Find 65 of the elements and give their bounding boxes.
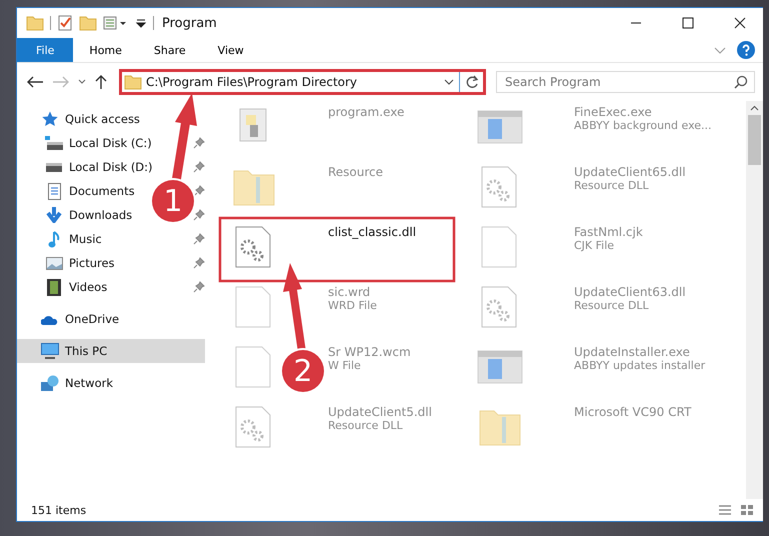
search-icon <box>734 75 748 89</box>
file-type: ABBYY background exe... <box>574 119 712 132</box>
scroll-thumb[interactable] <box>748 115 761 165</box>
picture-icon <box>46 256 62 270</box>
film-icon <box>47 278 61 296</box>
file-type: W File <box>328 359 362 372</box>
file-type: Resource DLL <box>574 299 650 312</box>
file-name[interactable]: clist_classic.dll <box>328 225 416 239</box>
nav-item[interactable]: This PC <box>17 339 205 363</box>
nav-item[interactable]: Local Disk (D:) <box>17 155 157 179</box>
document-icon <box>48 182 60 200</box>
ribbon-tab[interactable]: Home <box>73 38 138 62</box>
window-title: Program <box>162 16 217 30</box>
nav-item[interactable]: Downloads <box>17 203 136 227</box>
pin-icon[interactable] <box>193 161 205 173</box>
scrollbar[interactable] <box>746 101 763 499</box>
nav-item[interactable]: Pictures <box>17 251 119 275</box>
properties-icon[interactable] <box>103 14 129 32</box>
file-type: ABBYY updates installer <box>574 359 706 372</box>
drive-icon <box>45 162 63 172</box>
nav-item[interactable]: Quick access <box>17 107 144 131</box>
folder-icon[interactable] <box>26 14 44 32</box>
down-arrow-icon <box>46 207 62 223</box>
file-type: CJK File <box>574 239 616 252</box>
file-type: WRD File <box>328 299 377 312</box>
monitor-icon <box>41 343 59 359</box>
pin-icon[interactable] <box>193 281 205 293</box>
help-icon[interactable] <box>737 41 755 59</box>
folder-icon[interactable] <box>79 14 97 32</box>
step-number-badge: 1 <box>152 180 194 222</box>
checkmark-icon[interactable] <box>57 14 73 32</box>
star-icon <box>41 110 59 128</box>
nav-item[interactable]: Videos <box>17 275 112 299</box>
nav-item[interactable]: Music <box>17 227 106 251</box>
large-icons-view-icon[interactable] <box>739 503 755 517</box>
address-bar[interactable]: C:\Program Files\Program Directory <box>119 69 486 95</box>
item-count: 151 items <box>31 504 86 516</box>
music-note-icon <box>48 230 60 248</box>
drive-icon <box>45 136 63 150</box>
details-view-icon[interactable] <box>717 503 733 517</box>
network-icon <box>41 375 59 391</box>
file-type: Resource DLL <box>328 419 404 432</box>
pin-icon[interactable] <box>193 209 205 221</box>
pin-icon[interactable] <box>193 233 205 245</box>
step-number-badge: 2 <box>282 350 324 392</box>
address-path: C:\Program Files\Program Directory <box>146 75 358 89</box>
file-type: Resource DLL <box>574 179 650 192</box>
nav-item[interactable]: OneDrive <box>17 307 124 331</box>
up-arrow-icon[interactable] <box>93 74 109 90</box>
folder-icon <box>124 73 142 91</box>
nav-item[interactable]: Network <box>17 371 118 395</box>
refresh-icon[interactable] <box>464 74 480 90</box>
pin-icon[interactable] <box>193 137 205 149</box>
cloud-icon <box>41 314 59 324</box>
forward-arrow-icon[interactable] <box>51 74 71 90</box>
pin-icon[interactable] <box>193 185 205 197</box>
back-arrow-icon[interactable] <box>25 74 45 90</box>
ribbon-tab[interactable]: View <box>202 38 260 62</box>
scroll-up-icon[interactable] <box>750 105 759 111</box>
ribbon-tab[interactable]: Share <box>138 38 202 62</box>
file-menu-button[interactable]: File <box>17 38 74 62</box>
pin-icon[interactable] <box>193 257 205 269</box>
nav-item[interactable]: Documents <box>17 179 139 203</box>
search-field[interactable]: Search Program <box>496 71 755 93</box>
nav-item[interactable]: Local Disk (C:) <box>17 131 156 155</box>
